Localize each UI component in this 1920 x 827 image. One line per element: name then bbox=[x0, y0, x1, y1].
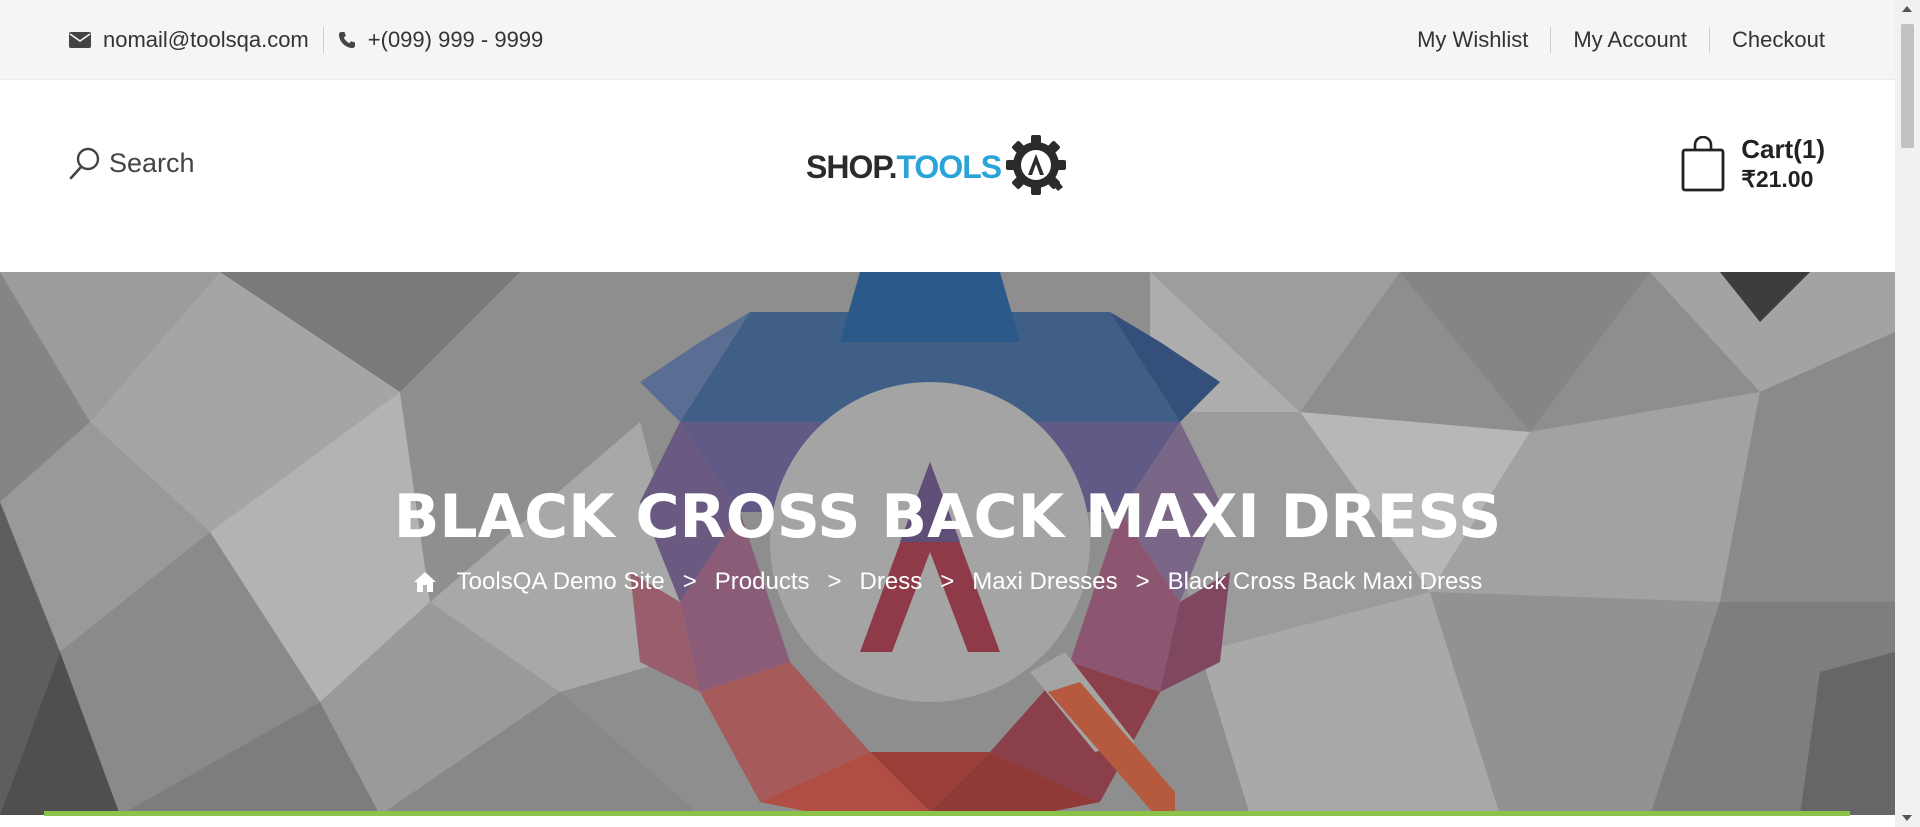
contact-info: nomail@toolsqa.com +(099) 999 - 9999 bbox=[69, 0, 543, 80]
checkout-link[interactable]: Checkout bbox=[1709, 27, 1825, 53]
phone-text: +(099) 999 - 9999 bbox=[367, 27, 544, 52]
breadcrumb-separator: > bbox=[827, 568, 842, 595]
scroll-down-arrow-icon[interactable] bbox=[1902, 815, 1912, 821]
breadcrumb-separator: > bbox=[682, 568, 697, 595]
cart-label: Cart(1) bbox=[1741, 134, 1825, 164]
breadcrumb-maxi-dresses[interactable]: Maxi Dresses bbox=[972, 568, 1117, 596]
breadcrumb: ToolsQA Demo Site > Products > Dress > M… bbox=[0, 568, 1895, 596]
site-logo[interactable]: SHOP. TOOLS bbox=[806, 134, 1071, 200]
breadcrumb-current: Black Cross Back Maxi Dress bbox=[1167, 568, 1483, 595]
shopping-bag-icon bbox=[1681, 136, 1725, 192]
my-account-link[interactable]: My Account bbox=[1550, 27, 1709, 53]
accent-divider bbox=[44, 811, 1850, 816]
breadcrumb-separator: > bbox=[940, 568, 955, 595]
page-scrollbar[interactable] bbox=[1895, 0, 1920, 827]
cart-total: ₹21.00 bbox=[1741, 166, 1814, 192]
cart-widget[interactable]: Cart(1) ₹21.00 bbox=[1681, 134, 1825, 194]
search-label: Search bbox=[109, 147, 195, 178]
search-toggle[interactable]: Search bbox=[69, 146, 195, 180]
scrollbar-thumb[interactable] bbox=[1901, 24, 1914, 148]
breadcrumb-home[interactable]: ToolsQA Demo Site bbox=[457, 568, 665, 596]
home-icon[interactable] bbox=[413, 571, 437, 593]
phone-icon bbox=[338, 32, 355, 48]
phone-contact[interactable]: +(099) 999 - 9999 bbox=[338, 27, 544, 53]
divider bbox=[322, 27, 324, 53]
top-bar: nomail@toolsqa.com +(099) 999 - 9999 My … bbox=[0, 0, 1895, 80]
envelope-icon bbox=[69, 32, 91, 48]
my-wishlist-link[interactable]: My Wishlist bbox=[1395, 27, 1550, 53]
account-links: My Wishlist My Account Checkout bbox=[1395, 0, 1825, 80]
search-icon bbox=[69, 147, 100, 180]
page-title: BLACK CROSS BACK MAXI DRESS bbox=[393, 482, 1502, 552]
email-text: nomail@toolsqa.com bbox=[103, 27, 309, 52]
page-hero-banner: BLACK CROSS BACK MAXI DRESS ToolsQA Demo… bbox=[0, 272, 1895, 815]
email-contact[interactable]: nomail@toolsqa.com bbox=[69, 27, 309, 53]
logo-text-shop: SHOP. bbox=[806, 148, 897, 185]
breadcrumb-dress[interactable]: Dress bbox=[860, 568, 923, 596]
breadcrumb-separator: > bbox=[1135, 568, 1150, 595]
site-header: Search SHOP. TOOLS Cart(1) ₹21.00 bbox=[0, 80, 1895, 272]
breadcrumb-products[interactable]: Products bbox=[715, 568, 810, 596]
logo-text-tools: TOOLS bbox=[896, 148, 1002, 185]
scroll-up-arrow-icon[interactable] bbox=[1902, 6, 1912, 12]
gear-logo-icon bbox=[1006, 135, 1067, 195]
